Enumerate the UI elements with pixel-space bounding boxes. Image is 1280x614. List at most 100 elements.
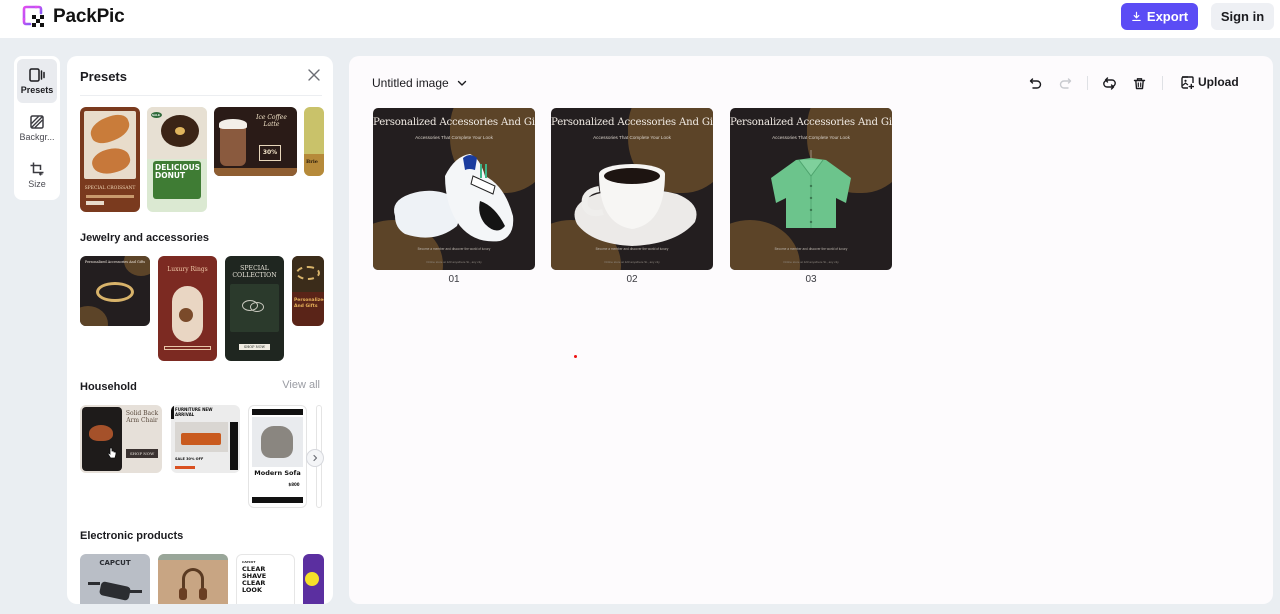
canvas-image-02[interactable]: Personalized Accessories And Gifts Acces… <box>551 108 713 270</box>
sale-text: SALE 30% OFF <box>175 457 204 461</box>
preset-caption: Solid Back Arm Chair <box>125 410 159 424</box>
rail-label-background: Backgr... <box>19 131 55 142</box>
undo-icon <box>1029 77 1041 89</box>
preset-personalized-gifts[interactable]: Personalized And Gifts <box>292 256 324 326</box>
shop-now-button: SHOP NOW <box>126 449 158 458</box>
sale-badge: SALE <box>152 113 161 117</box>
preset-partial-electronic[interactable] <box>303 554 324 604</box>
sign-in-button[interactable]: Sign in <box>1211 3 1274 30</box>
download-icon <box>1132 11 1141 22</box>
image-upload-icon <box>1181 75 1194 89</box>
hand-cursor-icon <box>107 447 117 459</box>
document-title-dropdown[interactable]: Untitled image <box>372 76 467 90</box>
top-bar: PackPic Export Sign in <box>0 0 1280 38</box>
sneaker-image <box>394 154 514 242</box>
preset-caption: CLEAR SHAVE CLEAR LOOK <box>242 565 267 594</box>
redo-button[interactable] <box>1057 75 1073 91</box>
brand-text: CAPCUT <box>242 560 256 564</box>
rail-item-presets[interactable]: Presets <box>17 59 57 103</box>
side-rail: Presets Backgr... Size <box>14 56 60 200</box>
image-fine-print: Online store at 123 anywhere St., any ci… <box>604 260 660 264</box>
image-label-02: 02 <box>626 274 638 285</box>
green-shirt-image <box>771 150 851 228</box>
background-icon <box>30 114 44 129</box>
preset-caption: DELICIOUS DONUT <box>155 163 201 180</box>
presets-panel: Presets SPECIAL CROISSANT SALE DELICIOUS… <box>67 56 333 604</box>
preset-clear-shave[interactable]: CAPCUT CLEAR SHAVE CLEAR LOOK <box>236 554 295 604</box>
coffee-cup-image <box>574 164 697 246</box>
image-subline: Accessories That Complete Your Look <box>772 135 850 140</box>
document-title: Untitled image <box>372 76 449 90</box>
preset-furniture-new-arrival[interactable]: FURNITURE NEW ARRIVAL SALE 30% OFF <box>171 405 240 473</box>
trash-icon <box>1133 77 1145 89</box>
chevron-right-icon <box>313 454 318 462</box>
section-title-household: Household <box>80 381 137 393</box>
replace-button[interactable] <box>1101 75 1117 91</box>
preset-ice-coffee-latte[interactable]: Ice Coffee Latte 30% <box>214 107 297 176</box>
app-logo[interactable]: PackPic <box>21 4 125 30</box>
packpic-logo-icon <box>22 5 44 27</box>
preset-caption: SPECIAL COLLECTION <box>232 265 277 279</box>
image-fine-print: Become a member and discover the world o… <box>417 247 491 251</box>
preset-partial-food[interactable]: Brie <box>304 107 324 176</box>
image-headline: Personalized Accessories And Gifts <box>373 117 535 128</box>
app-name: PackPic <box>53 6 125 27</box>
preset-special-croissant[interactable]: SPECIAL CROISSANT <box>80 107 140 212</box>
preset-modern-sofa[interactable]: Modern Sofa $800 <box>248 405 307 508</box>
preset-personalized-accessories[interactable]: Personalized Accessories And Gifts <box>80 256 150 326</box>
image-fine-print: Become a member and discover the world o… <box>774 247 848 251</box>
rail-item-size[interactable]: Size <box>17 153 57 197</box>
discount-value: 30% <box>262 149 278 156</box>
canvas-area: Untitled image Upload Personalized Acces… <box>349 56 1273 604</box>
image-label-01: 01 <box>448 274 460 285</box>
preset-caption: Modern Sofa <box>254 469 301 477</box>
image-fine-print: Become a member and discover the world o… <box>595 247 669 251</box>
preset-special-collection[interactable]: SPECIAL COLLECTION SHOP NOW <box>225 256 284 361</box>
rail-item-background[interactable]: Backgr... <box>17 106 57 150</box>
close-icon[interactable] <box>306 67 322 83</box>
preset-luxury-rings[interactable]: Luxury Rings <box>158 256 217 361</box>
preset-headphones[interactable] <box>158 554 228 604</box>
rail-label-size: Size <box>28 178 46 189</box>
section-title-jewelry: Jewelry and accessories <box>80 232 210 244</box>
preset-caption: Luxury Rings <box>167 266 208 273</box>
preset-caption: Personalized Accessories And Gifts <box>84 260 146 264</box>
image-subline: Accessories That Complete Your Look <box>593 135 671 140</box>
canvas-image-03[interactable]: Personalized Accessories And Gifts Acces… <box>730 108 892 270</box>
image-headline: Personalized Accessories And Gifts <box>730 117 892 128</box>
delete-button[interactable] <box>1131 75 1147 91</box>
toolbar-divider <box>1162 76 1163 90</box>
preset-caption: Brie <box>306 159 318 165</box>
redo-icon <box>1059 77 1071 89</box>
export-button[interactable]: Export <box>1121 3 1198 30</box>
presets-header: Presets <box>80 68 322 96</box>
section-title-electronics: Electronic products <box>80 530 184 542</box>
preset-caption: Personalized And Gifts <box>294 298 324 309</box>
image-subline: Accessories That Complete Your Look <box>415 135 493 140</box>
crop-icon <box>30 162 44 175</box>
chevron-down-icon <box>457 80 466 86</box>
canvas-image-01[interactable]: Personalized Accessories And Gifts Acces… <box>373 108 535 270</box>
undo-button[interactable] <box>1027 75 1043 91</box>
view-all-household-link[interactable]: View all <box>282 379 320 391</box>
image-label-03: 03 <box>805 274 817 285</box>
upload-button[interactable]: Upload <box>1181 75 1239 89</box>
presets-icon <box>29 67 45 82</box>
preset-caption: FURNITURE NEW ARRIVAL <box>175 407 213 417</box>
preset-solid-back-arm-chair[interactable]: Solid Back Arm Chair SHOP NOW <box>80 405 162 473</box>
next-arrow-button[interactable] <box>306 449 324 467</box>
preset-caption: SPECIAL CROISSANT <box>84 186 136 191</box>
image-headline: Personalized Accessories And Gifts <box>551 117 713 128</box>
image-fine-print: Online store at 123 anywhere St., any ci… <box>783 260 839 264</box>
preset-caption: Ice Coffee Latte <box>256 114 287 128</box>
image-fine-print: Online store at 123 anywhere St., any ci… <box>426 260 482 264</box>
presets-title: Presets <box>80 69 127 84</box>
cursor-marker <box>574 355 577 358</box>
preset-caption: CAPCUT <box>99 559 131 567</box>
preset-delicious-donut[interactable]: SALE DELICIOUS DONUT <box>147 107 207 212</box>
export-label: Export <box>1146 9 1189 24</box>
preset-capcut-drone[interactable]: CAPCUT <box>80 554 150 604</box>
shop-now-button: SHOP NOW <box>239 344 270 350</box>
rail-label-presets: Presets <box>20 84 54 95</box>
swap-icon <box>1102 76 1116 90</box>
